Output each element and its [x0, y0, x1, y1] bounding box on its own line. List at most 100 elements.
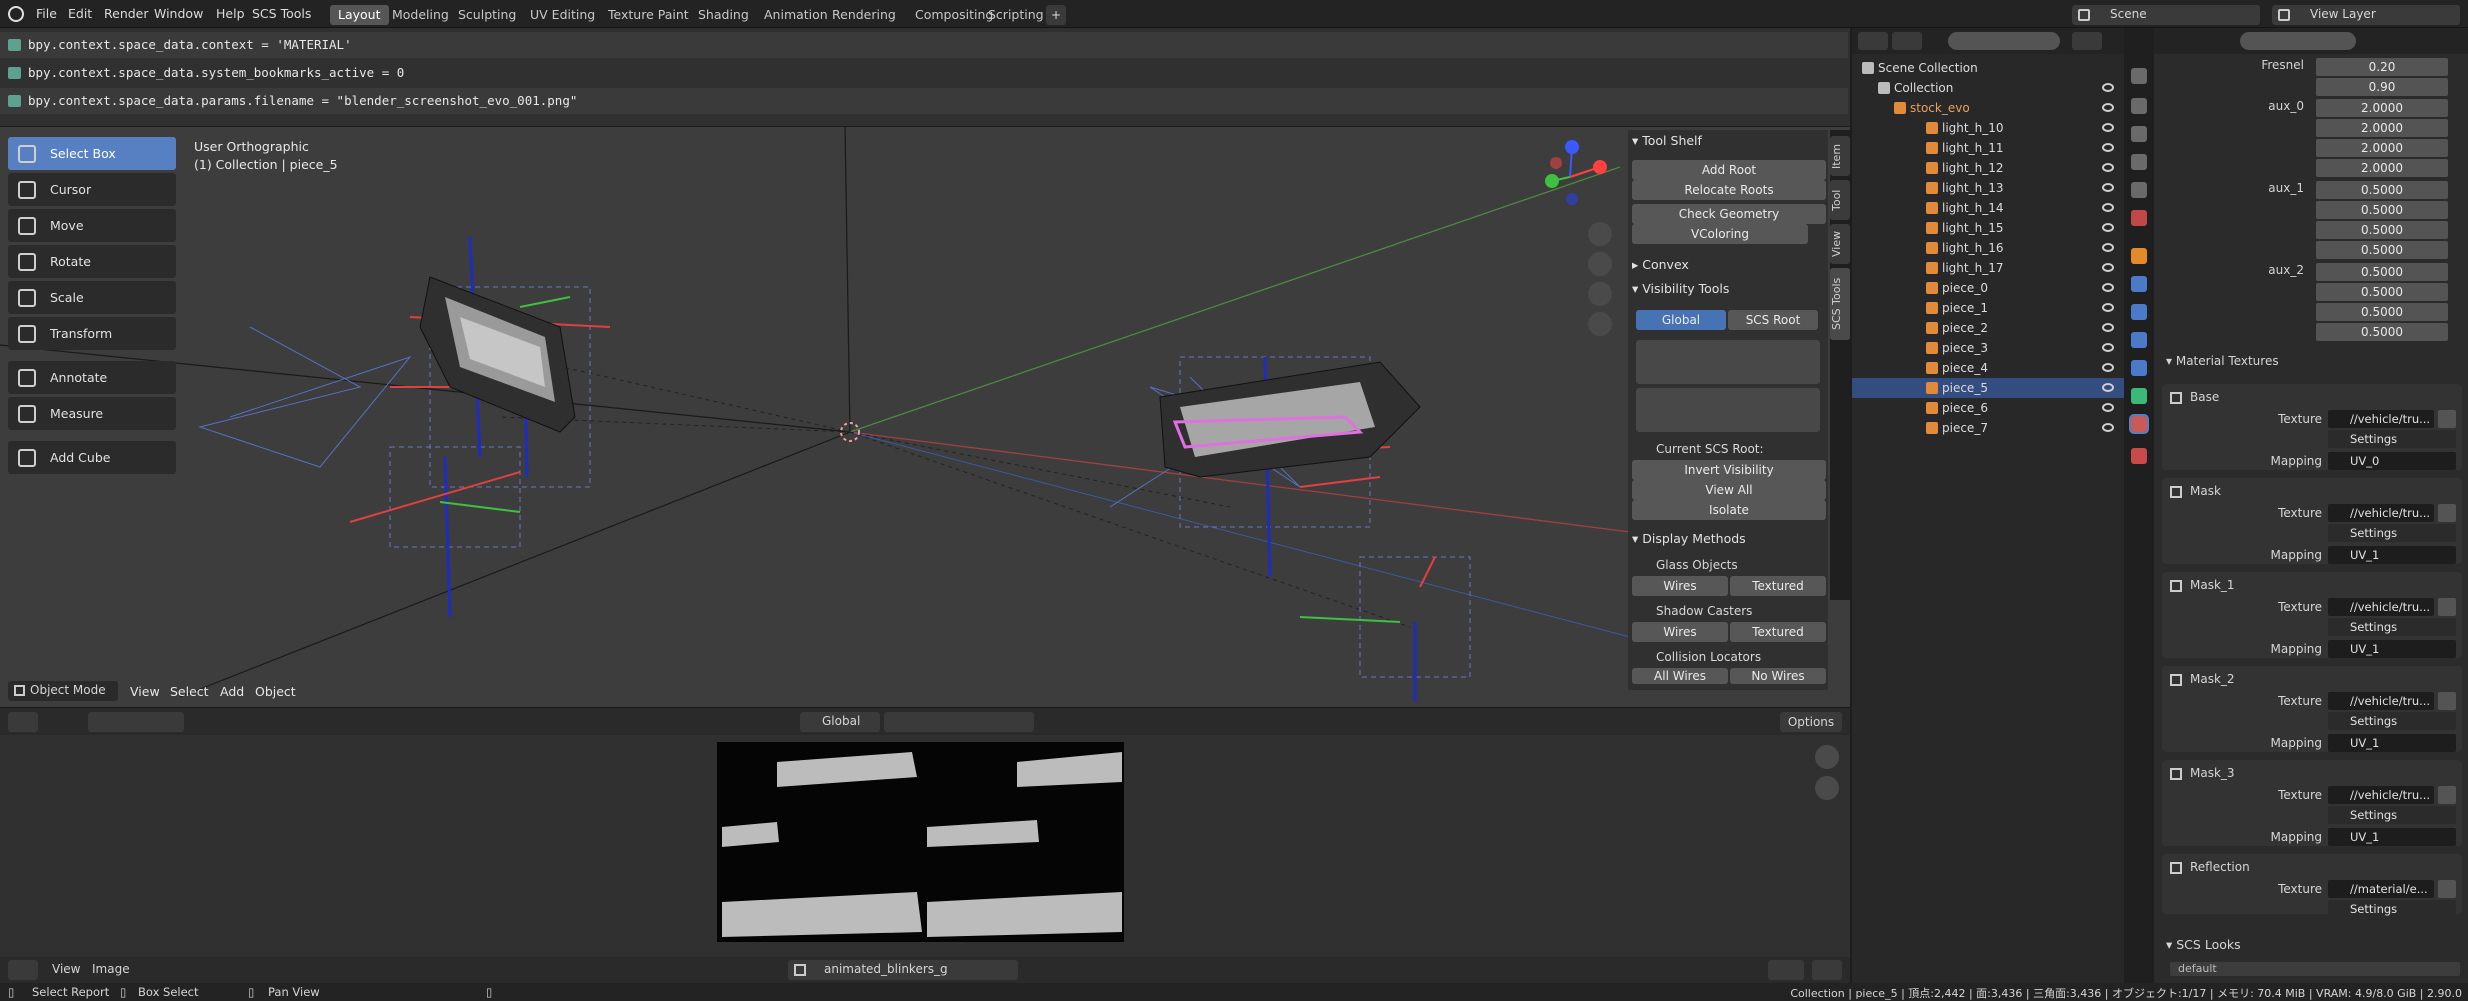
- folder-icon[interactable]: [2438, 880, 2456, 898]
- navigation-gizmo[interactable]: [1530, 137, 1610, 217]
- mapping-field[interactable]: UV_0: [2328, 452, 2456, 470]
- eye-icon[interactable]: [2102, 363, 2114, 372]
- light-row[interactable]: light_h_13: [1852, 178, 2124, 198]
- menu-window[interactable]: Window: [154, 5, 203, 23]
- eye-icon[interactable]: [2102, 423, 2114, 432]
- eye-icon[interactable]: [2102, 183, 2114, 192]
- physics-tab-icon[interactable]: [2131, 332, 2147, 348]
- visibility-tools-header[interactable]: ▾ Visibility Tools: [1632, 278, 1729, 300]
- display-methods-header[interactable]: ▾ Display Methods: [1632, 528, 1746, 550]
- mode-selector[interactable]: Object Mode: [8, 681, 118, 701]
- scs-looks-header[interactable]: ▾ SCS Looks: [2166, 937, 2241, 952]
- view-layer-tab-icon[interactable]: [2131, 154, 2147, 170]
- add-root-button[interactable]: Add Root: [1632, 160, 1826, 180]
- image-close-icon[interactable]: [1812, 960, 1842, 980]
- select-mode-icons[interactable]: [88, 712, 184, 732]
- tool-add-cube[interactable]: Add Cube: [8, 441, 176, 474]
- scene-selector[interactable]: Scene: [2072, 5, 2260, 25]
- global-toggle[interactable]: Global: [1636, 310, 1726, 330]
- param-value[interactable]: 2.0000: [2316, 99, 2448, 117]
- param-value[interactable]: 0.5000: [2316, 181, 2448, 199]
- shadow-wires-button[interactable]: Wires: [1632, 622, 1728, 642]
- relocate-roots-button[interactable]: Relocate Roots: [1632, 180, 1826, 200]
- workspace-tab[interactable]: Texture Paint: [600, 5, 697, 25]
- view-all-button[interactable]: View All: [1632, 480, 1826, 500]
- image-pan-icon[interactable]: [1815, 776, 1839, 800]
- glass-textured-button[interactable]: Textured: [1730, 576, 1826, 596]
- look-default-field[interactable]: default: [2170, 962, 2460, 976]
- tab-scs-tools[interactable]: SCS Tools: [1830, 268, 1850, 340]
- workspace-tab[interactable]: Layout: [330, 5, 389, 25]
- eye-icon[interactable]: [2102, 83, 2114, 92]
- scene-collection-row[interactable]: Scene Collection: [1852, 58, 2124, 78]
- particles-tab-icon[interactable]: [2131, 304, 2147, 320]
- image-menu-image[interactable]: Image: [92, 962, 130, 976]
- pivot-snap-icons[interactable]: [884, 712, 1034, 732]
- piece-row[interactable]: piece_0: [1852, 278, 2124, 298]
- image-selector[interactable]: animated_blinkers_g: [788, 960, 1018, 980]
- folder-icon[interactable]: [2438, 598, 2456, 616]
- workspace-tab[interactable]: Shading: [690, 5, 757, 25]
- stock-evo-row[interactable]: stock_evo: [1852, 98, 2124, 118]
- light-row[interactable]: light_h_16: [1852, 238, 2124, 258]
- piece-row[interactable]: piece_3: [1852, 338, 2124, 358]
- folder-icon[interactable]: [2438, 410, 2456, 428]
- eye-icon[interactable]: [2102, 163, 2114, 172]
- tool-transform[interactable]: Transform: [8, 317, 176, 350]
- viewport-menu-object[interactable]: Object: [255, 684, 296, 699]
- piece-row[interactable]: piece_2: [1852, 318, 2124, 338]
- blender-logo-icon[interactable]: [8, 6, 24, 22]
- tab-view[interactable]: View: [1830, 224, 1850, 264]
- param-value[interactable]: 0.20: [2316, 58, 2448, 76]
- workspace-tab[interactable]: Rendering: [824, 5, 904, 25]
- texture-path-field[interactable]: //vehicle/tru...: [2328, 410, 2434, 428]
- tool-shelf-header[interactable]: ▾ Tool Shelf: [1632, 130, 1702, 152]
- viewport-menu-view[interactable]: View: [130, 684, 160, 699]
- workspace-tab[interactable]: UV Editing: [522, 5, 603, 25]
- eye-icon[interactable]: [2102, 323, 2114, 332]
- outliner-editor-icon[interactable]: [1858, 32, 1888, 50]
- param-value[interactable]: 0.5000: [2316, 283, 2448, 301]
- folder-icon[interactable]: [2438, 504, 2456, 522]
- param-value[interactable]: 0.5000: [2316, 221, 2448, 239]
- zoom-icon[interactable]: [1588, 222, 1612, 246]
- folder-icon[interactable]: [2438, 786, 2456, 804]
- tool-annotate[interactable]: Annotate: [8, 361, 176, 394]
- eye-icon[interactable]: [2102, 243, 2114, 252]
- data-tab-icon[interactable]: [2131, 388, 2147, 404]
- eye-icon[interactable]: [2102, 123, 2114, 132]
- texture-settings-dropdown[interactable]: Settings: [2328, 712, 2456, 730]
- info-line[interactable]: bpy.context.space_data.context = 'MATERI…: [0, 32, 1848, 58]
- texture-path-field[interactable]: //vehicle/tru...: [2328, 598, 2434, 616]
- collection-row[interactable]: Collection: [1852, 78, 2124, 98]
- workspace-tab[interactable]: Scripting: [980, 5, 1052, 25]
- param-value[interactable]: 0.5000: [2316, 263, 2448, 281]
- render-tab-icon[interactable]: [2131, 98, 2147, 114]
- piece-row[interactable]: piece_5: [1852, 378, 2124, 398]
- tool-cursor[interactable]: Cursor: [8, 173, 176, 206]
- mapping-field[interactable]: UV_1: [2328, 640, 2456, 658]
- param-value[interactable]: 2.0000: [2316, 139, 2448, 157]
- object-tab-icon[interactable]: [2131, 248, 2147, 264]
- camera-icon[interactable]: [1588, 282, 1612, 306]
- param-value[interactable]: 2.0000: [2316, 159, 2448, 177]
- orientation-selector[interactable]: Global: [800, 712, 880, 732]
- view-layer-selector[interactable]: View Layer: [2272, 5, 2460, 25]
- eye-icon[interactable]: [2102, 343, 2114, 352]
- piece-row[interactable]: piece_7: [1852, 418, 2124, 438]
- check-geometry-button[interactable]: Check Geometry: [1632, 204, 1826, 224]
- image-options-icon[interactable]: [1768, 960, 1804, 980]
- eye-icon[interactable]: [2102, 143, 2114, 152]
- texture-path-field[interactable]: //vehicle/tru...: [2328, 786, 2434, 804]
- material-tab-icon[interactable]: [2129, 414, 2149, 434]
- tool-rotate[interactable]: Rotate: [8, 245, 176, 278]
- menu-scs-tools[interactable]: SCS Tools: [252, 5, 311, 23]
- editor-type-icon[interactable]: [8, 712, 38, 732]
- param-value[interactable]: 2.0000: [2316, 119, 2448, 137]
- light-row[interactable]: light_h_11: [1852, 138, 2124, 158]
- menu-edit[interactable]: Edit: [68, 5, 92, 23]
- texture-path-field[interactable]: //material/e...: [2328, 880, 2434, 898]
- constraints-tab-icon[interactable]: [2131, 360, 2147, 376]
- visibility-icon-grid-2[interactable]: [1636, 388, 1820, 432]
- piece-row[interactable]: piece_6: [1852, 398, 2124, 418]
